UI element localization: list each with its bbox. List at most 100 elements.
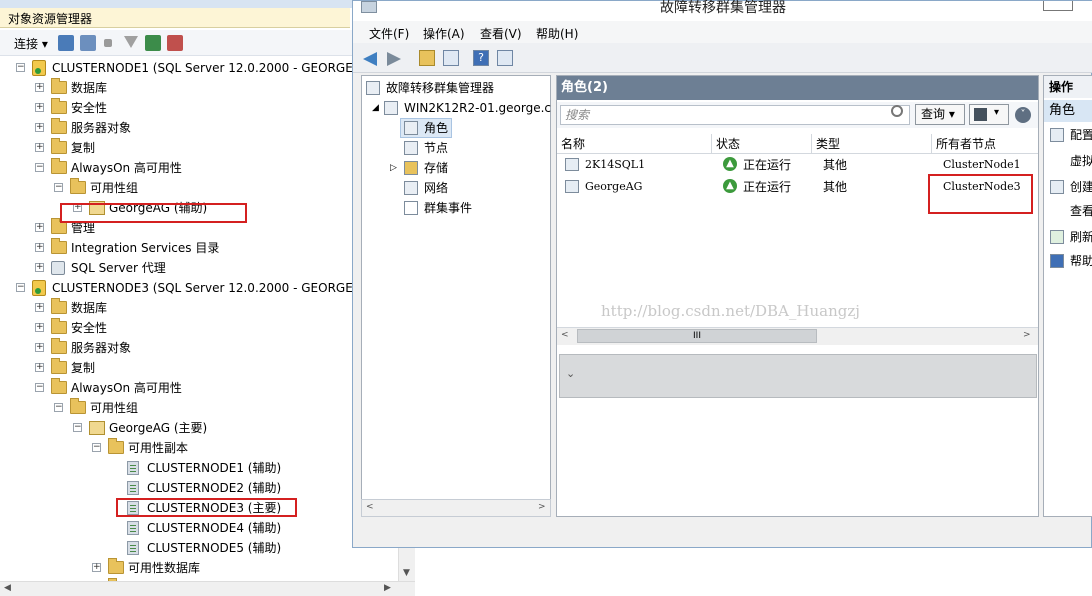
column-owner-node[interactable]: 所有者节点 — [932, 134, 1038, 154]
action-label: 刷新 — [1070, 230, 1092, 244]
folder-icon — [108, 438, 124, 454]
role-name: GeorgeAG — [585, 180, 643, 193]
collapse-icon[interactable]: ˅ — [1015, 107, 1031, 123]
roles-pane-header: 角色(2) — [557, 76, 1038, 100]
folder-icon — [51, 318, 67, 334]
expand-icon[interactable]: + — [35, 223, 44, 232]
collapse-icon[interactable]: − — [35, 163, 44, 172]
folder-icon — [51, 238, 67, 254]
column-type[interactable]: 类型 — [812, 134, 932, 154]
folder-icon — [51, 78, 67, 94]
column-name[interactable]: 名称 — [557, 134, 712, 154]
connect-object-icon[interactable] — [58, 35, 74, 51]
collapse-icon[interactable]: − — [54, 403, 63, 412]
scroll-left-icon[interactable]: ◀ — [4, 583, 11, 593]
expand-icon[interactable]: + — [35, 303, 44, 312]
nav-horizontal-scrollbar[interactable]: < > — [361, 499, 551, 517]
expand-icon[interactable]: + — [35, 243, 44, 252]
collapse-icon[interactable]: − — [92, 443, 101, 452]
tree-node-label: Integration Services 目录 — [71, 241, 220, 255]
expand-icon[interactable]: + — [35, 323, 44, 332]
column-status[interactable]: 状态 — [712, 134, 812, 154]
show-hide-action-pane-icon[interactable] — [497, 50, 513, 66]
folder-icon — [70, 178, 86, 194]
collapse-icon[interactable]: − — [16, 63, 25, 72]
expand-details-icon[interactable]: ⌄ — [566, 367, 575, 380]
expand-icon[interactable]: + — [35, 143, 44, 152]
storage-icon — [404, 161, 418, 175]
collapse-icon[interactable]: − — [35, 383, 44, 392]
tree-node-label: 安全性 — [71, 101, 108, 115]
actions-subheader: 角色 — [1044, 100, 1092, 122]
networks-icon — [404, 181, 418, 195]
save-query-button[interactable]: ▾ — [969, 104, 1009, 125]
connect-button[interactable]: 连接 ▾ — [14, 35, 48, 52]
configure-role-icon — [1050, 128, 1064, 142]
scroll-down-icon[interactable]: ▼ — [403, 568, 410, 578]
expand-icon[interactable]: + — [92, 563, 101, 572]
collapse-icon[interactable]: − — [73, 423, 82, 432]
back-arrow-icon[interactable] — [363, 52, 377, 66]
nav-item-nodes-label: 节点 — [424, 141, 449, 155]
folder-icon — [51, 378, 67, 394]
search-icon[interactable] — [891, 105, 903, 117]
collapsed-triangle-icon[interactable]: ▷ — [390, 158, 397, 178]
stop-icon[interactable] — [104, 39, 112, 47]
nav-root-label: 故障转移群集管理器 — [386, 81, 495, 95]
show-hide-console-tree-icon[interactable] — [443, 50, 459, 66]
tree-node-label: 可用性副本 — [128, 441, 189, 455]
highlight-owner-clusternode3 — [928, 174, 1033, 214]
tree-node-label: GeorgeAG (主要) — [109, 421, 208, 435]
refresh-icon[interactable] — [145, 35, 161, 51]
menu-action[interactable]: 操作(A) — [423, 25, 465, 42]
scroll-left-icon[interactable]: < — [561, 330, 569, 340]
menu-view[interactable]: 查看(V) — [480, 25, 522, 42]
scroll-right-icon[interactable]: > — [538, 502, 546, 512]
expand-icon[interactable]: + — [35, 123, 44, 132]
role-owner: ClusterNode1 — [943, 158, 1021, 171]
action-label: 创建 — [1070, 180, 1092, 194]
tree-node-label: 服务器对象 — [71, 121, 132, 135]
expand-icon[interactable]: + — [35, 103, 44, 112]
collapse-icon[interactable]: − — [54, 183, 63, 192]
table-row[interactable]: 2K14SQL1 ▲ 正在运行 其他 ClusterNode1 — [557, 154, 1038, 176]
scroll-right-icon[interactable]: > — [1023, 330, 1031, 340]
create-role-icon — [1050, 180, 1064, 194]
connect-label: 连接 — [14, 37, 39, 51]
tree-node-label: 数据库 — [71, 301, 108, 315]
navigation-pane: 故障转移群集管理器 ◢ WIN2K12R2-01.george.c 角色 节点 … — [361, 75, 551, 517]
scroll-left-icon[interactable]: < — [366, 502, 374, 512]
tree-node-label: 数据库 — [71, 81, 108, 95]
expanded-triangle-icon[interactable]: ◢ — [372, 98, 379, 118]
forward-arrow-icon[interactable] — [387, 52, 401, 66]
menu-help[interactable]: 帮助(H) — [536, 25, 578, 42]
up-folder-icon[interactable] — [419, 50, 435, 66]
activity-monitor-icon[interactable] — [167, 35, 183, 51]
expand-icon[interactable]: + — [35, 263, 44, 272]
fcm-window-title: 故障转移群集管理器 — [660, 0, 786, 16]
folder-icon — [108, 558, 124, 574]
menu-file[interactable]: 文件(F) — [369, 25, 409, 42]
help-icon[interactable]: ? — [473, 50, 489, 66]
failover-cluster-manager-window: 故障转移群集管理器 文件(F) 操作(A) 查看(V) 帮助(H) ? 故障转移… — [352, 0, 1092, 548]
search-input[interactable]: 搜索 — [560, 105, 910, 125]
oe-horizontal-scrollbar[interactable]: ◀ ▶ — [0, 581, 415, 596]
collapse-icon[interactable]: − — [16, 283, 25, 292]
folder-icon — [51, 338, 67, 354]
tree-node-label: 复制 — [71, 141, 96, 155]
scroll-right-icon[interactable]: ▶ — [384, 583, 391, 593]
actions-header: 操作 — [1044, 76, 1092, 98]
close-button[interactable] — [1043, 1, 1073, 11]
expand-icon[interactable]: + — [35, 343, 44, 352]
tree-node-label: CLUSTERNODE1 (SQL Server 12.0.2000 - GEO… — [52, 61, 365, 75]
folder-icon — [51, 298, 67, 314]
server-icon — [32, 280, 46, 296]
filter-icon[interactable] — [124, 36, 138, 48]
role-status: 正在运行 — [743, 158, 792, 172]
query-button[interactable]: 查询 ▾ — [915, 104, 965, 125]
grid-horizontal-scrollbar[interactable]: < III > — [557, 327, 1038, 345]
expand-icon[interactable]: + — [35, 83, 44, 92]
disconnect-icon[interactable] — [80, 35, 96, 51]
expand-icon[interactable]: + — [35, 363, 44, 372]
scroll-thumb[interactable]: III — [577, 329, 817, 343]
